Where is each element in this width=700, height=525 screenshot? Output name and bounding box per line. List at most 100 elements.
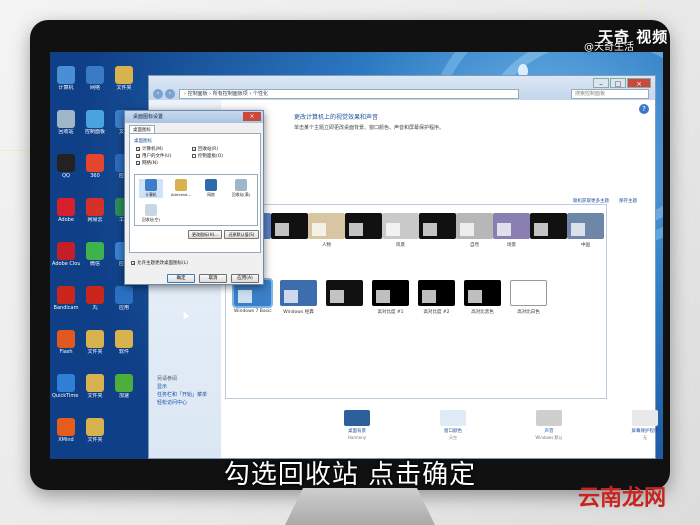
restore-default-button[interactable]: 还原默认值(S)	[224, 230, 259, 239]
desktop-icon-checkbox[interactable]: ✓ 回收站(R)	[192, 146, 218, 152]
theme-tile[interactable]: 自然	[456, 213, 493, 248]
theme-tile[interactable]: Windows 经典	[280, 280, 317, 315]
cancel-button[interactable]: 取消	[199, 274, 227, 283]
app-icon	[57, 110, 75, 128]
desktop-shortcut-label: 加速	[118, 393, 129, 399]
desktop-shortcut-label: Adobe Cloud	[52, 261, 80, 267]
theme-tile[interactable]: Windows 7 Basic	[232, 278, 273, 314]
change-icon-button[interactable]: 更改图标(H)...	[188, 230, 222, 239]
checkbox-icon	[192, 154, 196, 158]
apply-button[interactable]: 应用(A)	[231, 274, 259, 283]
app-icon	[57, 374, 75, 392]
desktop-shortcut-label: 网络	[89, 85, 100, 91]
desktop-shortcut[interactable]: Adobe Cloud	[52, 242, 80, 267]
personalize-option[interactable]: 屏幕保护程序无	[615, 410, 663, 441]
desktop-shortcut[interactable]: QQ	[52, 154, 80, 179]
desktop-shortcut[interactable]: Adobe	[52, 198, 80, 223]
theme-thumbnail	[464, 280, 501, 306]
desktop-shortcut[interactable]: 回收站	[52, 110, 80, 135]
desktop-shortcut[interactable]: 文件夹	[81, 418, 109, 443]
desktop-shortcut[interactable]: XMind	[52, 418, 80, 443]
desktop-shortcut[interactable]: Flash	[52, 330, 80, 355]
theme-tile[interactable]: 风景	[382, 213, 419, 248]
save-theme-link[interactable]: 保存主题	[619, 198, 637, 204]
desktop-shortcut[interactable]: 加速	[110, 374, 138, 399]
desktop-icon-checkbox[interactable]: ✓ 网络(N)	[136, 160, 158, 166]
dialog-close-button[interactable]: ×	[243, 112, 261, 121]
theme-tile[interactable]: 人物	[308, 213, 345, 248]
icon-preview-item[interactable]: 回收站(满)	[229, 179, 253, 198]
search-input[interactable]: 搜索控制面板	[571, 89, 649, 99]
theme-tile[interactable]: 高对比度 #1	[372, 280, 409, 315]
desktop-shortcut-label: 软件	[118, 349, 129, 355]
personalize-option[interactable]: 窗口颜色 天空	[423, 410, 483, 441]
ok-button[interactable]: 确定	[167, 274, 195, 283]
app-icon	[86, 374, 104, 392]
maximize-button[interactable]: □	[610, 78, 626, 88]
desktop-icon-checkbox[interactable]: ✓ 用户的文件(U)	[136, 153, 171, 159]
help-icon[interactable]: ?	[639, 104, 649, 114]
icon-preview-item[interactable]: Administ...	[169, 179, 193, 197]
desktop-icon-checkbox[interactable]: 控制面板(O)	[192, 153, 223, 159]
desktop-shortcut[interactable]: 文件夹	[81, 330, 109, 355]
theme-thumbnail	[510, 280, 547, 306]
desktop-shortcut[interactable]: 软件	[110, 330, 138, 355]
forward-button[interactable]: ›	[165, 89, 175, 99]
desktop-shortcut-label: QuickTime Player	[52, 393, 80, 399]
app-icon	[86, 330, 104, 348]
app-icon	[115, 286, 133, 304]
icon-preview-item[interactable]: 回收站(空)	[139, 204, 163, 223]
icon-preview-item[interactable]: 网络	[199, 179, 223, 198]
see-also-link[interactable]: 任务栏和「开始」菜单	[157, 391, 207, 399]
theme-tile[interactable]	[345, 213, 382, 242]
minimize-button[interactable]: –	[593, 78, 609, 88]
desktop-shortcut[interactable]: 丸	[81, 286, 109, 311]
see-also-link[interactable]: 显示	[157, 383, 207, 391]
desktop-shortcut[interactable]: 计算机	[52, 66, 80, 91]
personalize-option[interactable]: 声音 Windows 默认	[519, 410, 579, 441]
theme-thumbnail	[567, 213, 604, 239]
desktop-icon-settings-dialog[interactable]: 桌面图标设置 × 桌面图标 桌面图标 ✓ 计算机(M) ✓ 回收站(R) ✓ 用户的文件(…	[124, 110, 264, 285]
desktop-shortcut[interactable]: 控制面板	[81, 110, 109, 135]
allow-themes-checkbox[interactable]: ✓ 允许主题更改桌面图标(L)	[131, 260, 188, 266]
theme-tile[interactable]: 场景	[493, 213, 530, 248]
desktop-shortcut[interactable]: 文件夹	[110, 66, 138, 91]
theme-tile[interactable]	[326, 280, 363, 309]
dialog-title-bar[interactable]: 桌面图标设置 ×	[125, 111, 263, 123]
theme-gallery[interactable]: 建筑人物风景自然场景中国Windows 7 BasicWindows 经典高对比…	[225, 204, 607, 399]
theme-thumbnail	[326, 280, 363, 306]
icon-preview-list[interactable]: 计算机 Administ... 网络 回收站(满) 回收站(空)	[134, 174, 258, 226]
desktop-shortcut[interactable]: QuickTime Player	[52, 374, 80, 399]
desktop-shortcut[interactable]: Bandicam	[52, 286, 80, 311]
theme-tile[interactable]: 中国	[567, 213, 604, 248]
window-title-bar[interactable]: – □ × ‹ › › 控制面板 › 所有控制面板项 › 个性化 搜索控制面板	[149, 76, 655, 100]
option-label: 窗口颜色	[444, 429, 462, 434]
desktop-shortcut[interactable]: 微信	[81, 242, 109, 267]
see-also-link[interactable]: 轻松访问中心	[157, 399, 207, 407]
theme-label: 高对比黑色	[471, 310, 494, 315]
theme-tile[interactable]: 高对比度 #2	[418, 280, 455, 315]
desktop-shortcut[interactable]: 网易云	[81, 198, 109, 223]
desktop-shortcut[interactable]: 360	[81, 154, 109, 179]
theme-tile[interactable]: 高对比白色	[510, 280, 547, 315]
icon-preview-item[interactable]: 计算机	[139, 179, 163, 198]
theme-label: 人物	[322, 243, 331, 248]
group-label: 桌面图标	[134, 139, 152, 144]
app-icon	[86, 198, 104, 216]
theme-tile[interactable]	[419, 213, 456, 242]
desktop-shortcut[interactable]: 网络	[81, 66, 109, 91]
theme-tile[interactable]	[530, 213, 567, 242]
checkbox-icon: ✓	[136, 154, 141, 159]
close-button[interactable]: ×	[627, 78, 651, 88]
app-icon	[86, 286, 104, 304]
desktop-shortcut[interactable]: 应用	[110, 286, 138, 311]
address-bar[interactable]: › 控制面板 › 所有控制面板项 › 个性化	[179, 89, 519, 99]
personalize-option[interactable]: 桌面背景 Harmony	[327, 410, 387, 440]
theme-tile[interactable]: 高对比黑色	[464, 280, 501, 315]
back-button[interactable]: ‹	[153, 89, 163, 99]
option-icon	[536, 410, 562, 426]
desktop-icon-checkbox[interactable]: ✓ 计算机(M)	[136, 146, 163, 152]
theme-tile[interactable]	[271, 213, 308, 242]
desktop-shortcut[interactable]: 文件夹	[81, 374, 109, 399]
app-icon	[86, 66, 104, 84]
